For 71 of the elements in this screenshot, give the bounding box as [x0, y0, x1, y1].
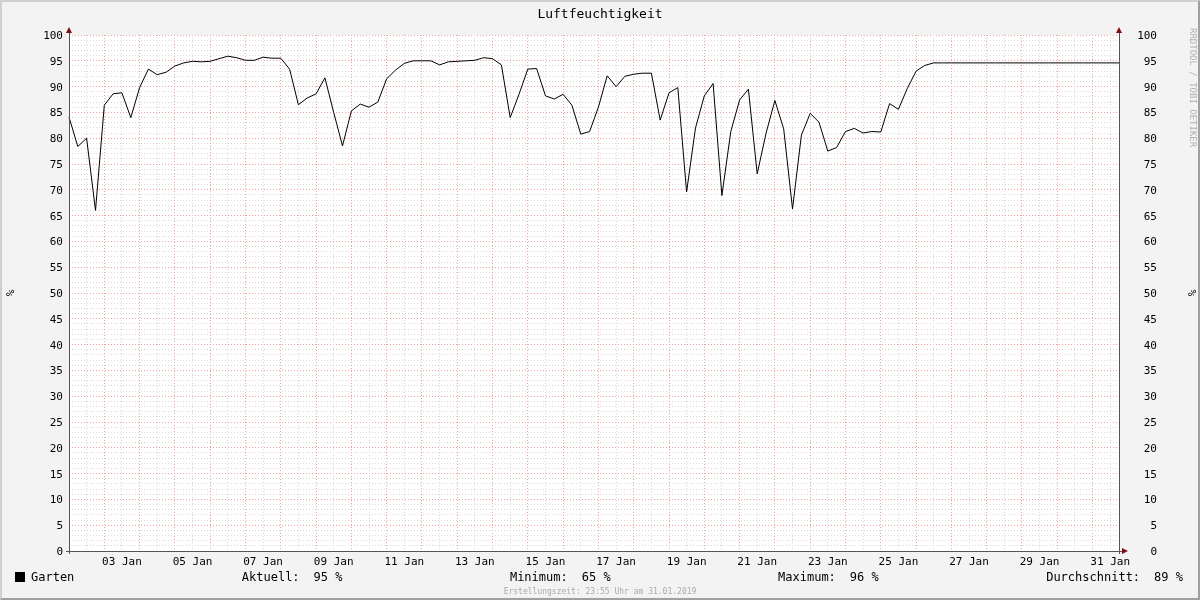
y-tick-label: 40	[1143, 338, 1157, 352]
y-tick-label: 70	[1143, 183, 1157, 197]
x-tick-label: 05 Jan	[172, 555, 213, 568]
creation-time-text: Erstellungszeit: 23:55 Uhr am 31.01.2019	[503, 586, 697, 598]
x-tick-label: 19 Jan	[666, 555, 707, 568]
x-tick-label: 27 Jan	[949, 555, 989, 568]
x-tick-label: 31 Jan	[1090, 555, 1131, 568]
y-tick-label: 35	[49, 364, 63, 378]
y-tick-label: 30	[1143, 390, 1157, 404]
y-tick-label: 35	[1143, 364, 1157, 378]
y-tick-label: 0	[1150, 545, 1157, 558]
y-tick-label: 60	[1143, 235, 1157, 249]
y-tick-label: 100	[43, 29, 63, 42]
y-tick-label: 50	[49, 287, 63, 300]
y-tick-label: 55	[49, 261, 63, 275]
y-tick-label: 45	[49, 312, 63, 326]
x-tick-label: 29 Jan	[1019, 555, 1060, 568]
y-tick-label: 50	[1143, 287, 1157, 300]
y-tick-label: 100	[1137, 29, 1157, 42]
y-tick-label: 5	[56, 519, 63, 533]
y-tick-label: 65	[1143, 209, 1157, 223]
y-tick-label: 40	[49, 338, 63, 352]
y-axis-label: %	[4, 289, 17, 297]
y-tick-label: 75	[49, 158, 63, 171]
y-tick-label: 65	[49, 209, 63, 223]
y-tick-label: 80	[49, 132, 63, 146]
y-tick-label: 70	[49, 183, 63, 197]
y-tick-label: 80	[1143, 132, 1157, 146]
y-tick-label: 45	[1143, 312, 1157, 326]
y-tick-label: 10	[49, 493, 63, 507]
y-tick-label: 5	[1150, 519, 1157, 533]
y-tick-label: 95	[49, 54, 63, 68]
y-tick-label: 85	[1143, 106, 1157, 120]
y-tick-label: 90	[49, 80, 63, 94]
x-tick-label: 03 Jan	[102, 555, 142, 568]
x-tick-label: 11 Jan	[384, 555, 425, 568]
x-tick-label: 23 Jan	[807, 555, 848, 568]
chart-title: Luftfeuchtigkeit	[537, 6, 663, 22]
stat-value: 89 %	[1154, 570, 1183, 584]
y-tick-label: 60	[49, 235, 63, 249]
y-tick-label: 15	[1143, 467, 1157, 481]
x-tick-label: 07 Jan	[243, 555, 283, 568]
x-tick-label: 25 Jan	[878, 555, 919, 568]
x-tick-label: 17 Jan	[596, 555, 636, 568]
y-tick-label: 85	[49, 106, 63, 120]
y-tick-label: 75	[1143, 158, 1157, 171]
y-tick-label: 25	[49, 416, 63, 429]
stat-value: 95 %	[313, 570, 343, 584]
legend-label: Garten	[31, 570, 75, 584]
y-tick-label: 25	[1143, 416, 1157, 429]
y-tick-label: 30	[49, 390, 63, 404]
y-tick-label: 0	[56, 545, 63, 558]
y-tick-label: 20	[49, 441, 63, 455]
stat-label: Maximum:	[778, 570, 836, 584]
credit-text: RRDTOOL / TOBI OETIKER	[1188, 28, 1198, 148]
x-tick-label: 21 Jan	[737, 555, 778, 568]
y-axis-label: %	[1186, 289, 1198, 297]
y-tick-label: 20	[1143, 441, 1157, 455]
x-tick-label: 13 Jan	[455, 555, 495, 568]
stat-label: Minimum:	[509, 570, 568, 584]
y-tick-label: 10	[1143, 493, 1157, 507]
x-tick-label: 09 Jan	[313, 555, 354, 568]
y-tick-label: 55	[1143, 261, 1157, 275]
x-tick-label: 15 Jan	[525, 555, 566, 568]
stat-value: 96 %	[849, 570, 879, 584]
y-tick-label: 15	[49, 467, 63, 481]
y-tick-label: 95	[1143, 54, 1157, 68]
y-tick-label: 90	[1143, 80, 1157, 94]
stat-label: Aktuell:	[241, 570, 300, 584]
stat-value: 65 %	[581, 570, 611, 584]
stat-label: Durchschnitt:	[1046, 570, 1141, 584]
